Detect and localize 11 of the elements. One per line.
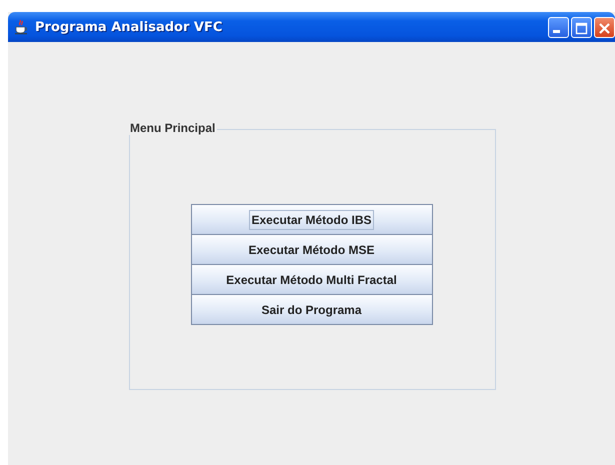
minimize-button[interactable] (548, 16, 569, 38)
menu-button[interactable]: Executar Método IBS (190, 204, 432, 235)
panel-title: Menu Principal (128, 121, 218, 135)
minimize-icon (553, 30, 560, 32)
coffee-cup-icon (13, 19, 29, 35)
menu-button[interactable]: Executar Método MSE (190, 234, 432, 265)
maximize-button[interactable] (571, 16, 592, 38)
menu-button[interactable]: Sair do Programa (190, 294, 432, 325)
window-title: Programa Analisador VFC (35, 20, 224, 34)
close-button[interactable] (594, 16, 615, 38)
menu-button[interactable]: Executar Método Multi Fractal (190, 264, 432, 295)
